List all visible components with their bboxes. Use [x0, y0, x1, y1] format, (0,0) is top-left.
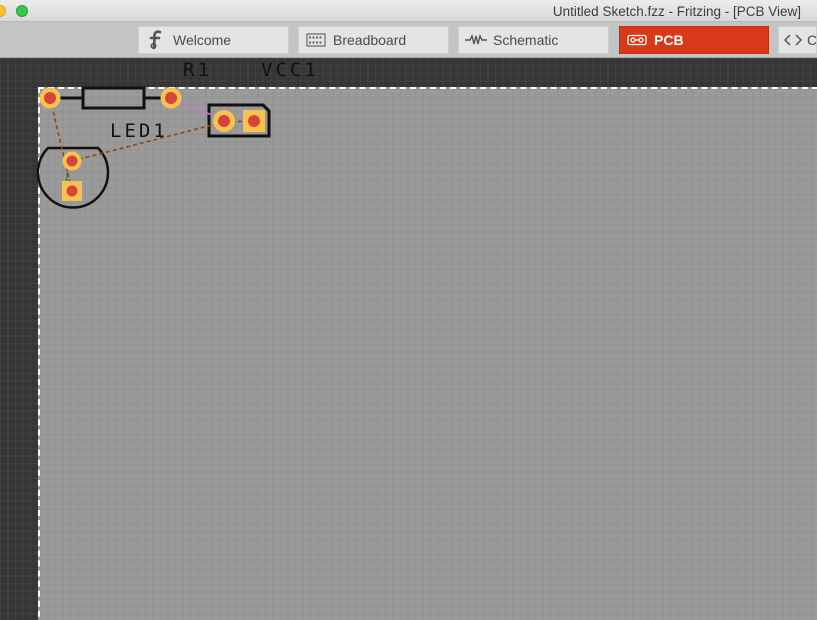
view-tab-bar: Welcome Breadboard Schematic PCB C: [0, 22, 817, 58]
tab-code[interactable]: C: [778, 26, 817, 54]
tab-pcb[interactable]: PCB: [619, 26, 769, 54]
breadboard-icon: [303, 33, 329, 47]
tab-schematic-label: Schematic: [493, 32, 559, 48]
window-titlebar: Untitled Sketch.fzz - Fritzing - [PCB Vi…: [0, 0, 817, 22]
tab-pcb-label: PCB: [654, 32, 684, 48]
tab-code-label: C: [807, 32, 817, 48]
resistor-symbol-icon: [463, 34, 489, 46]
pcb-canvas[interactable]: R1 VCC1 LED1: [0, 58, 817, 620]
tab-welcome-label: Welcome: [173, 32, 232, 48]
window-zoom-button[interactable]: [16, 5, 28, 17]
pcb-parts-layer: R1 VCC1 LED1: [36, 59, 319, 209]
window-title: Untitled Sketch.fzz - Fritzing - [PCB Vi…: [552, 4, 801, 19]
resistor-r1-footprint[interactable]: [60, 86, 162, 110]
window-close-button[interactable]: [0, 5, 6, 17]
part-label-vcc1[interactable]: VCC1: [261, 59, 319, 81]
fritzing-logo-icon: [143, 30, 169, 50]
code-icon: [783, 33, 803, 47]
tab-breadboard[interactable]: Breadboard: [298, 26, 449, 54]
pcb-icon: [624, 34, 650, 46]
tab-breadboard-label: Breadboard: [333, 32, 407, 48]
part-label-r1[interactable]: R1: [183, 59, 212, 81]
tab-schematic[interactable]: Schematic: [458, 26, 609, 54]
tab-welcome[interactable]: Welcome: [138, 26, 289, 54]
part-label-led1[interactable]: LED1: [110, 120, 168, 142]
